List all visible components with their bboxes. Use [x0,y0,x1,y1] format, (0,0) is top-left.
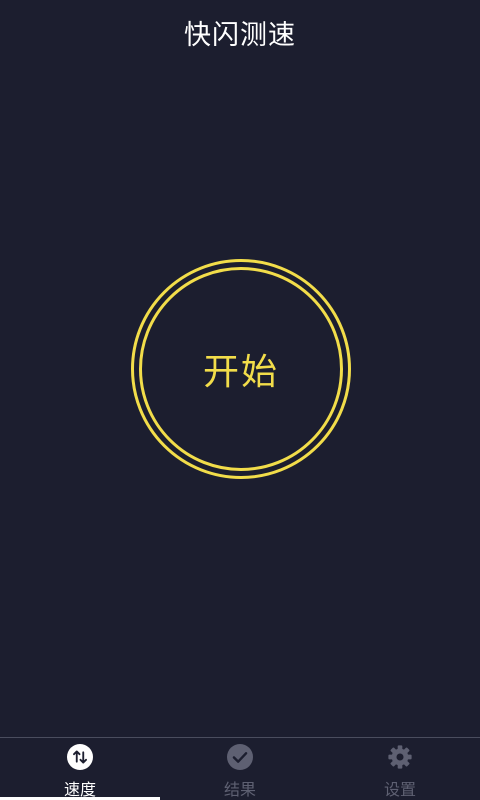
nav-item-speed[interactable]: 速度 [0,738,160,800]
start-button[interactable]: 开始 [131,259,351,479]
bottom-nav: 速度 结果 设置 [0,737,480,800]
nav-item-settings[interactable]: 设置 [320,738,480,800]
app-header: 快闪测速 [0,0,480,64]
nav-label-results: 结果 [223,780,256,799]
nav-item-results[interactable]: 结果 [160,738,320,800]
nav-label-settings: 设置 [383,780,416,799]
check-circle-icon [227,744,253,770]
start-ring-inner: 开始 [139,267,343,471]
gear-icon [388,745,412,769]
start-label: 开始 [202,352,279,393]
app-title: 快闪测速 [184,19,296,51]
swap-vertical-icon [67,744,93,770]
